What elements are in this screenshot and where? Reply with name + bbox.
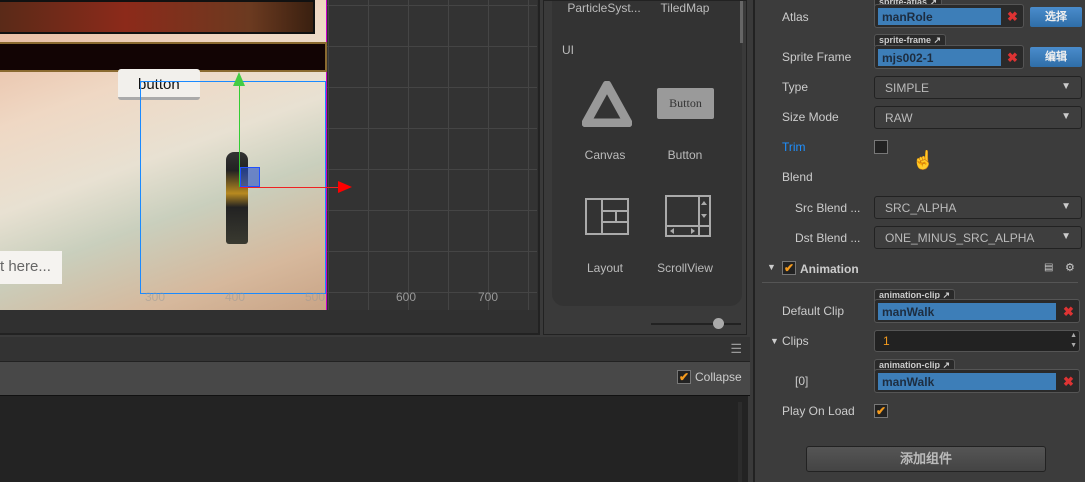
clips-label: Clips	[782, 334, 809, 348]
section-ui: UI	[562, 43, 574, 57]
animation-title: Animation	[800, 262, 859, 276]
play-on-load-label: Play On Load	[782, 404, 855, 418]
console-header: ☰	[0, 337, 750, 362]
top-image	[0, 0, 315, 34]
clear-icon[interactable]: ✖	[1063, 304, 1074, 320]
x-axis-handle[interactable]	[240, 187, 340, 188]
button-icon[interactable]: Button	[657, 88, 714, 119]
src-blend-select[interactable]: SRC_ALPHA ▼	[874, 196, 1082, 219]
clear-icon[interactable]: ✖	[1063, 374, 1074, 390]
ruler-tick: 600	[396, 290, 417, 304]
trim-label: Trim	[782, 140, 806, 154]
inspector-panel: Atlas sprite-atlas ↗ manRole ✖ 选择 Sprite…	[753, 0, 1085, 482]
type-label: Type	[782, 80, 809, 94]
layout-icon[interactable]	[585, 198, 630, 236]
sprite-frame-field[interactable]: mjs002-1 ✖	[874, 45, 1024, 69]
library-item-particlesystem[interactable]: ParticleSyst...	[559, 1, 649, 15]
hand-cursor-icon: ☝	[912, 150, 935, 170]
sprite-frame-label: Sprite Frame	[782, 50, 852, 64]
library-item-scrollview[interactable]: ScrollView	[640, 261, 730, 275]
clip-0-field[interactable]: manWalk ✖	[874, 369, 1080, 393]
gear-icon[interactable]: ⚙	[1065, 261, 1075, 274]
library-item-tiledmap[interactable]: TiledMap	[640, 1, 730, 15]
src-blend-label: Src Blend ...	[795, 201, 861, 215]
trim-checkbox[interactable]	[874, 140, 888, 154]
dropdown-arrow-icon: ▼	[1061, 81, 1071, 92]
clips-count-input[interactable]: 1 ▲ ▼	[874, 330, 1080, 352]
atlas-value[interactable]: manRole	[878, 8, 1001, 25]
x-arrow-icon[interactable]	[338, 181, 352, 193]
ruler-tick: 400	[225, 290, 246, 304]
default-clip-label: Default Clip	[782, 304, 845, 318]
dropdown-arrow-icon: ▼	[1061, 111, 1071, 122]
blend-label: Blend	[782, 170, 813, 184]
sprite-frame-edit-button[interactable]: 编辑	[1030, 47, 1082, 67]
size-mode-label: Size Mode	[782, 110, 839, 124]
dst-blend-label: Dst Blend ...	[795, 231, 861, 245]
size-mode-select[interactable]: RAW ▼	[874, 106, 1082, 129]
library-scrollbar[interactable]	[740, 1, 743, 43]
menu-icon[interactable]: ☰	[730, 341, 742, 357]
clips-expand-icon[interactable]: ▼	[770, 336, 779, 346]
default-clip-field[interactable]: manWalk ✖	[874, 299, 1080, 323]
slider-knob[interactable]	[713, 318, 724, 329]
animation-enabled-checkbox[interactable]: ✔	[782, 261, 796, 275]
library-item-layout[interactable]: Layout	[560, 261, 650, 275]
dst-blend-select[interactable]: ONE_MINUS_SRC_ALPHA ▼	[874, 226, 1082, 249]
atlas-label: Atlas	[782, 10, 809, 24]
atlas-select-button[interactable]: 选择	[1030, 7, 1082, 27]
ruler-tick: 300	[145, 290, 166, 304]
collapse-checkbox[interactable]: ✔	[677, 370, 691, 384]
ruler-tick: 500	[305, 290, 326, 304]
collapse-label: Collapse	[695, 370, 742, 384]
scene-panel[interactable]: button t here... 300 400 500 600 700	[0, 0, 540, 335]
node-library-panel: ParticleSyst... TiledMap UI Canvas Butto…	[543, 0, 747, 335]
default-clip-value[interactable]: manWalk	[878, 303, 1056, 320]
console-toolbar: ✔ Collapse	[0, 362, 750, 396]
canvas-icon[interactable]	[582, 81, 632, 127]
library-item-button[interactable]: Button	[640, 148, 730, 162]
editbox-node[interactable]: t here...	[0, 251, 62, 284]
ruler-tick: 700	[478, 290, 499, 304]
dropdown-arrow-icon: ▼	[1061, 231, 1071, 242]
y-arrow-icon[interactable]	[233, 72, 245, 86]
atlas-field[interactable]: manRole ✖	[874, 4, 1024, 28]
move-anchor-handle[interactable]	[240, 167, 260, 187]
sprite-frame-value[interactable]: mjs002-1	[878, 49, 1001, 66]
dropdown-arrow-icon: ▼	[1061, 201, 1071, 212]
type-select[interactable]: SIMPLE ▼	[874, 76, 1082, 99]
library-item-canvas[interactable]: Canvas	[560, 148, 650, 162]
console-scrollbar[interactable]	[738, 402, 742, 482]
icon-size-slider[interactable]	[651, 323, 741, 325]
clip-0-value[interactable]: manWalk	[878, 373, 1056, 390]
scrollview-icon[interactable]	[665, 195, 712, 238]
collapse-arrow-icon[interactable]: ▼	[767, 262, 776, 272]
clear-icon[interactable]: ✖	[1007, 9, 1018, 25]
console-log[interactable]	[0, 396, 748, 482]
help-book-icon[interactable]: ▤	[1044, 262, 1053, 273]
clip-0-label: [0]	[795, 374, 809, 388]
stepper-icon[interactable]: ▲ ▼	[1070, 331, 1077, 351]
play-on-load-checkbox[interactable]: ✔	[874, 404, 888, 418]
library-list[interactable]: ParticleSyst... TiledMap UI Canvas Butto…	[552, 1, 742, 306]
clear-icon[interactable]: ✖	[1007, 50, 1018, 66]
title-bar-sprite	[0, 42, 327, 72]
add-component-button[interactable]: 添加组件	[806, 446, 1046, 472]
animation-header[interactable]: ▼ ✔ Animation ▤ ⚙	[762, 253, 1078, 283]
